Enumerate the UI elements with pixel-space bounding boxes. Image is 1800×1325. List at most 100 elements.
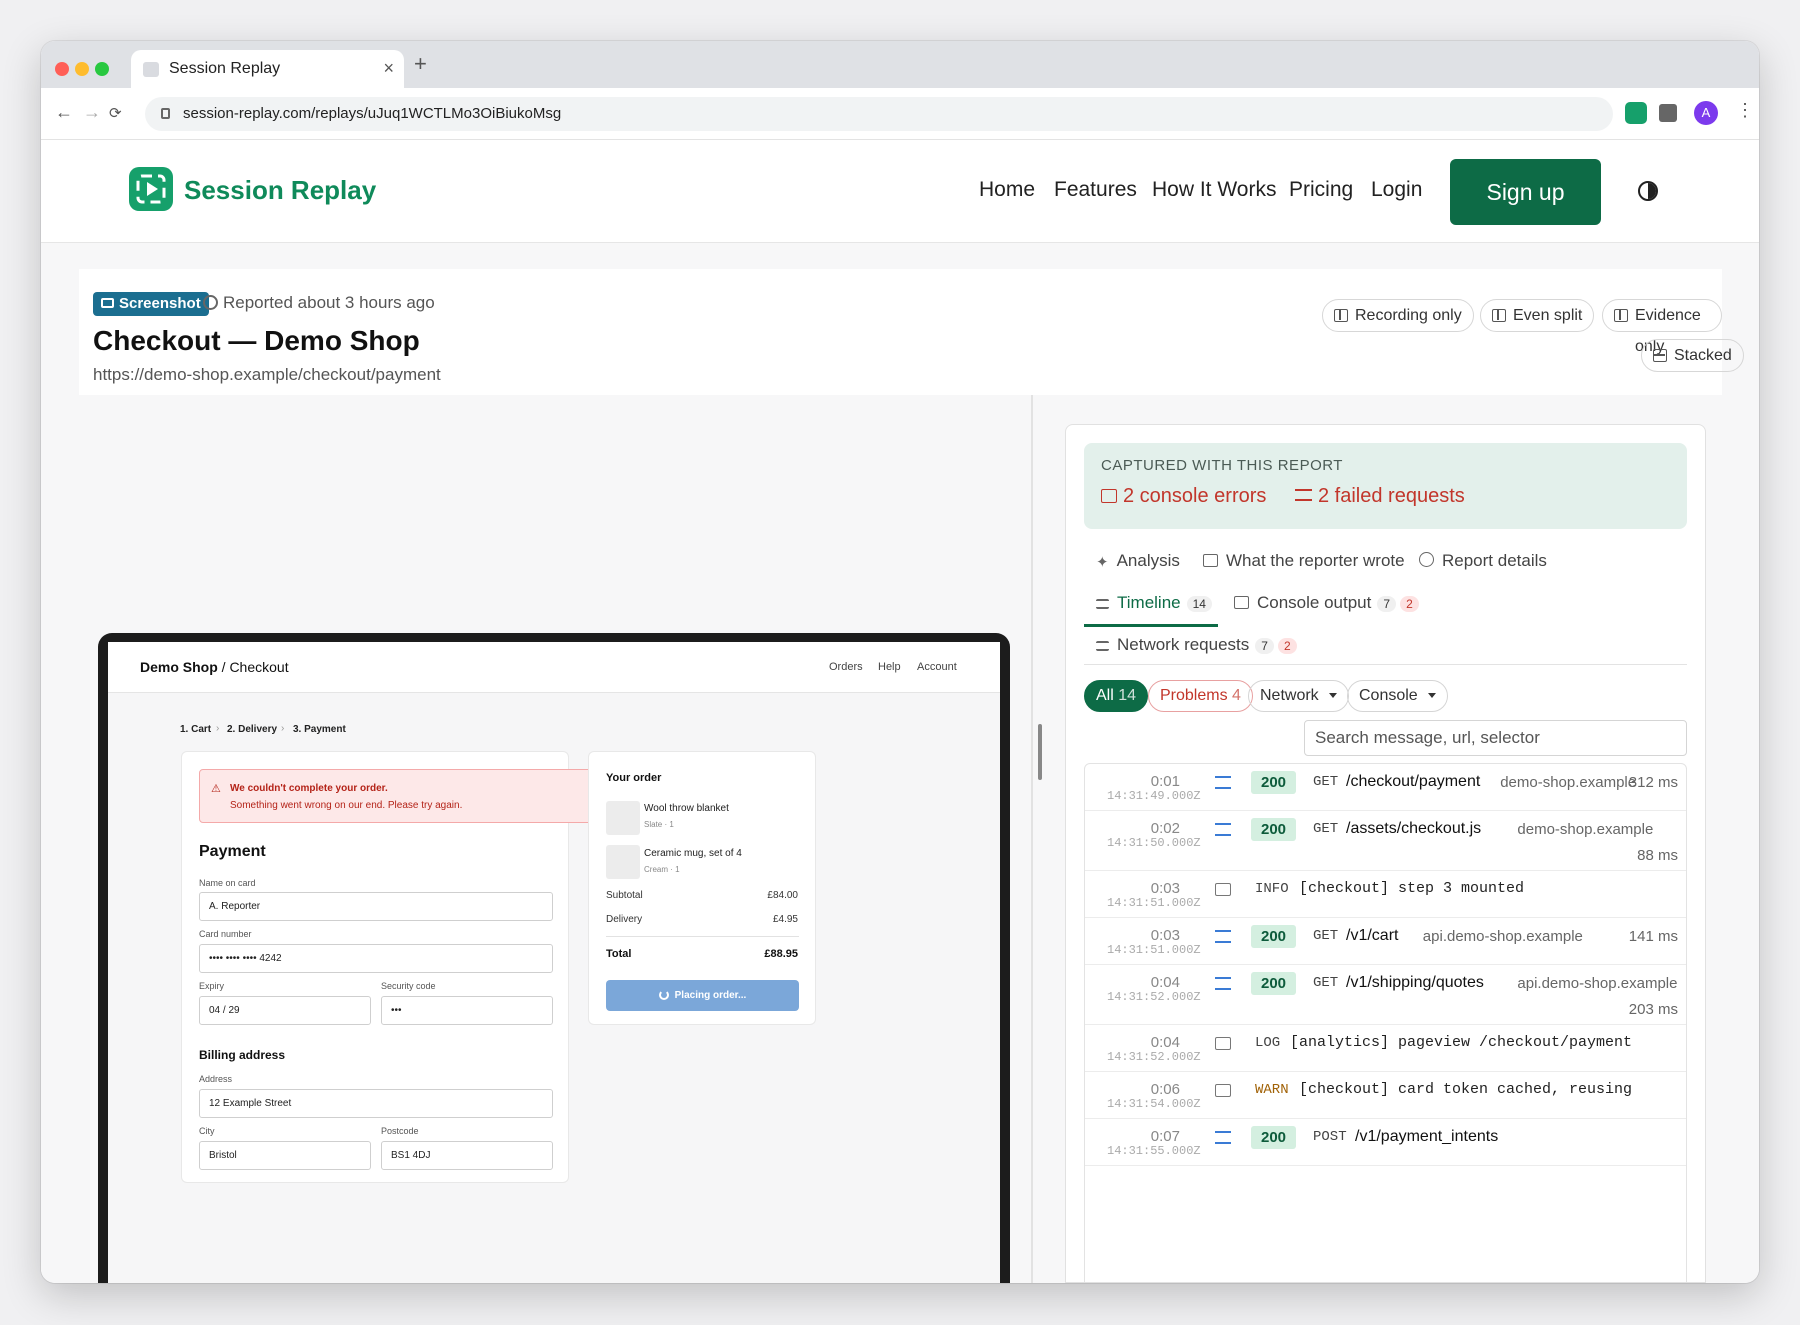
nav-features[interactable]: Features	[1054, 178, 1137, 202]
shop-nav-help: Help	[878, 661, 901, 673]
tab-report-details[interactable]: Report details	[1419, 551, 1547, 571]
tab-analysis[interactable]: ✦ Analysis	[1096, 551, 1180, 571]
log-level: INFO	[1255, 881, 1289, 897]
filter-problems[interactable]: Problems 4	[1148, 680, 1253, 712]
session-replay-extension-icon[interactable]	[1625, 102, 1647, 124]
list-icon	[1096, 599, 1109, 609]
browser-tab[interactable]: Session Replay ×	[131, 50, 404, 88]
browser-menu-icon[interactable]: ⋮	[1736, 100, 1754, 121]
network-icon	[1215, 1131, 1231, 1144]
failed-requests-link[interactable]: 2 failed requests	[1295, 485, 1465, 508]
event-time: 0:06	[1150, 1081, 1180, 1098]
resize-handle[interactable]	[1038, 724, 1042, 780]
log-level: WARN	[1255, 1082, 1289, 1098]
request-path: /assets/checkout.js	[1346, 820, 1482, 837]
event-time: 0:03	[1150, 927, 1180, 944]
tab-reporter-wrote[interactable]: What the reporter wrote	[1203, 551, 1405, 571]
tab-network-requests[interactable]: Network requests 7 2	[1096, 635, 1297, 655]
tab-close-icon[interactable]: ×	[383, 58, 394, 79]
event-timestamp: 14:31:54.000Z	[1107, 1097, 1201, 1111]
chevron-down-icon	[1427, 693, 1436, 698]
main-content: Screenshot Reported about 3 hours ago Ch…	[41, 243, 1759, 1283]
close-window-button[interactable]	[55, 62, 69, 76]
alert-title: We couldn't complete your order.	[230, 783, 388, 794]
filter-network[interactable]: Network	[1248, 680, 1349, 712]
theme-toggle-icon[interactable]	[1638, 181, 1658, 201]
tab-timeline[interactable]: Timeline 14	[1096, 593, 1212, 613]
split-divider[interactable]	[1031, 395, 1033, 1283]
cvc-field: •••	[381, 996, 553, 1025]
request-path: /v1/shipping/quotes	[1346, 974, 1484, 991]
expiry-field: 04 / 29	[199, 996, 371, 1025]
shop-brand: Demo Shop / Checkout	[140, 659, 289, 675]
total-label: Total	[606, 948, 632, 960]
nav-how-it-works[interactable]: How It Works	[1152, 178, 1276, 202]
profile-avatar[interactable]: A	[1694, 101, 1718, 125]
request-path: /checkout/payment	[1346, 773, 1481, 790]
order-item-name: Ceramic mug, set of 4	[644, 848, 742, 859]
event-timestamp: 14:31:52.000Z	[1107, 990, 1201, 1004]
postcode-field: BS1 4DJ	[381, 1141, 553, 1170]
tab-console-output[interactable]: Console output 7 2	[1234, 593, 1419, 613]
console-icon	[1215, 883, 1231, 896]
order-item-sub: Slate · 1	[644, 820, 674, 829]
forward-icon[interactable]: →	[83, 102, 101, 123]
mode-even-split[interactable]: Even split	[1480, 299, 1595, 332]
alert-body: Something went wrong on our end. Please …	[230, 800, 463, 811]
network-icon	[1096, 641, 1109, 651]
log-message: [checkout] card token cached, reusing	[1299, 1081, 1633, 1098]
address-bar[interactable]: session-replay.com/replays/uJuq1WCTLMo3O…	[145, 97, 1613, 131]
status-badge: 200	[1251, 818, 1297, 841]
filter-all[interactable]: All 14	[1084, 680, 1149, 712]
city-label: City	[199, 1126, 215, 1136]
browser-window: Session Replay × + ← → ⟳ session-replay.…	[41, 41, 1759, 1283]
request-path: /v1/cart	[1346, 927, 1399, 944]
delivery-label: Delivery	[606, 914, 643, 925]
report-title: Checkout — Demo Shop	[93, 325, 420, 356]
timeline-event[interactable]: 0:04 14:31:52.000Z 200 GET/v1/shipping/quot…	[1085, 965, 1686, 1025]
back-icon[interactable]: ←	[55, 102, 73, 123]
nav-login[interactable]: Login	[1371, 178, 1422, 202]
reload-icon[interactable]: ⟳	[109, 104, 122, 122]
console-count: 7	[1377, 596, 1397, 612]
name-field: A. Reporter	[199, 892, 553, 921]
timeline-event[interactable]: 0:04 14:31:52.000Z LOG [analytics] pageview…	[1085, 1025, 1686, 1072]
layout-icon	[1492, 309, 1506, 322]
console-errors-link[interactable]: 2 console errors	[1101, 485, 1266, 508]
timeline-event[interactable]: 0:01 14:31:49.000Z 200 GET/checkout/payment…	[1085, 764, 1686, 811]
timeline-event[interactable]: 0:07 14:31:55.000Z 200 POST/v1/payment_inte…	[1085, 1119, 1686, 1166]
request-host: demo-shop.example	[1517, 821, 1654, 838]
captured-title: CAPTURED WITH THIS REPORT	[1101, 457, 1343, 474]
comment-icon	[1203, 554, 1218, 567]
logo-icon	[129, 167, 173, 211]
sparkle-icon: ✦	[1096, 554, 1109, 571]
timeline-event[interactable]: 0:03 14:31:51.000Z INFO [checkout] step 3 m…	[1085, 871, 1686, 918]
new-tab-button[interactable]: +	[414, 51, 427, 77]
search-input[interactable]: Search message, url, selector	[1304, 720, 1687, 756]
mode-stacked[interactable]: Stacked	[1641, 339, 1744, 372]
status-badge: 200	[1251, 771, 1297, 794]
order-title: Your order	[606, 772, 662, 784]
console-icon	[1234, 596, 1249, 609]
shop-nav-account: Account	[917, 661, 957, 673]
name-label: Name on card	[199, 878, 256, 888]
mode-evidence-only[interactable]: Evidence only	[1602, 299, 1722, 355]
timeline-event[interactable]: 0:03 14:31:51.000Z 200 GET/v1/cart api.demo-…	[1085, 918, 1686, 965]
step-delivery: 2. Delivery	[227, 724, 278, 735]
extensions-puzzle-icon[interactable]	[1659, 104, 1677, 122]
minimize-window-button[interactable]	[75, 62, 89, 76]
report-url[interactable]: https://demo-shop.example/checkout/payme…	[93, 365, 441, 385]
shop-nav-orders: Orders	[829, 661, 863, 673]
maximize-window-button[interactable]	[95, 62, 109, 76]
brand-name[interactable]: Session Replay	[184, 175, 376, 206]
event-list: 0:01 14:31:49.000Z 200 GET/checkout/payment…	[1084, 763, 1687, 1282]
timeline-event[interactable]: 0:02 14:31:50.000Z 200 GET/assets/checkout.…	[1085, 811, 1686, 871]
nav-home[interactable]: Home	[979, 178, 1035, 202]
timeline-event[interactable]: 0:06 14:31:54.000Z WARN [checkout] card tok…	[1085, 1072, 1686, 1119]
mode-recording-only[interactable]: Recording only	[1322, 299, 1474, 332]
console-error-count: 2	[1400, 596, 1419, 612]
sign-up-button[interactable]: Sign up	[1450, 159, 1601, 225]
console-icon	[1215, 1037, 1231, 1050]
nav-pricing[interactable]: Pricing	[1289, 178, 1353, 202]
filter-console[interactable]: Console	[1347, 680, 1448, 712]
